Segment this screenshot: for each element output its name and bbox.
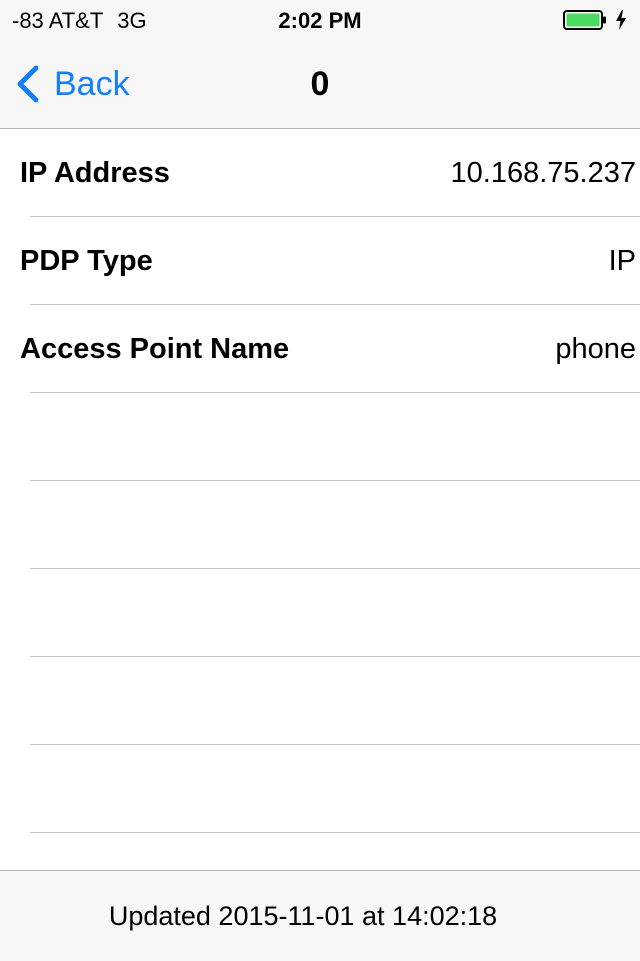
row-label: Access Point Name	[20, 333, 290, 365]
updated-timestamp: Updated 2015-11-01 at 14:02:18	[108, 901, 498, 931]
page-title: 0	[310, 65, 330, 103]
table-row-empty	[30, 745, 640, 833]
details-table: IP Address 10.168.75.237 PDP Type IP Acc…	[0, 129, 640, 833]
table-row-access-point-name[interactable]: Access Point Name phone	[20, 305, 640, 393]
table-row-empty	[30, 393, 640, 481]
navigation-bar: Back 0	[0, 40, 640, 129]
row-value: IP	[608, 245, 636, 277]
status-time: 2:02 PM	[278, 8, 362, 33]
row-label: PDP Type	[20, 245, 153, 277]
table-row-empty	[30, 481, 640, 569]
bottom-toolbar: Updated 2015-11-01 at 14:02:18	[0, 870, 640, 961]
battery-icon	[563, 10, 606, 30]
table-row-empty	[30, 657, 640, 745]
table-row-pdp-type[interactable]: PDP Type IP	[20, 217, 640, 305]
row-value: 10.168.75.237	[450, 157, 636, 189]
row-label: IP Address	[20, 157, 170, 189]
table-row-empty	[30, 569, 640, 657]
table-row-ip-address[interactable]: IP Address 10.168.75.237	[20, 129, 640, 217]
row-value: phone	[555, 333, 636, 365]
status-bar: -83 AT&T 3G 2:02 PM	[0, 0, 640, 40]
charging-bolt-icon	[616, 10, 626, 30]
